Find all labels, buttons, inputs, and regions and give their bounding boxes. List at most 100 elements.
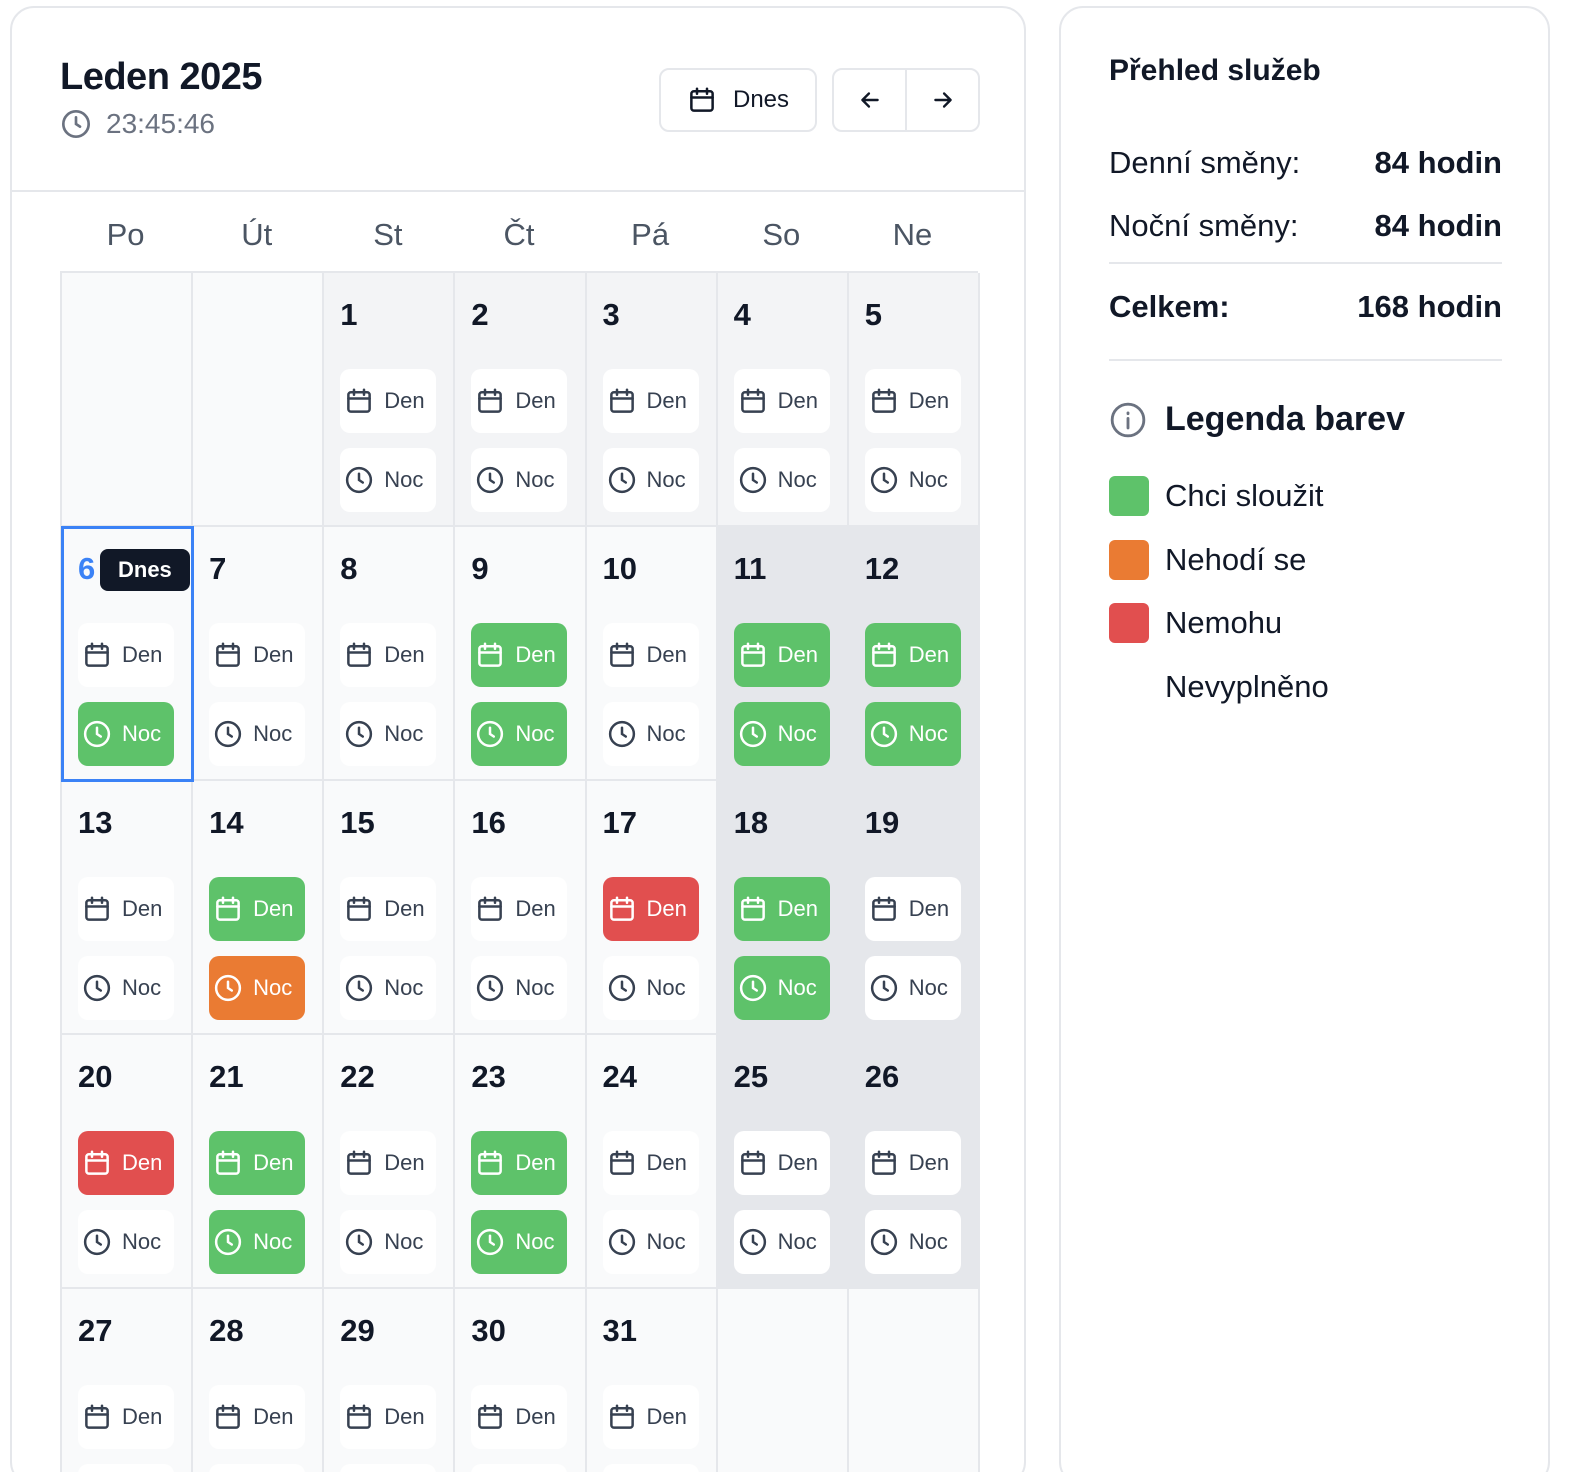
day-cell: 2 Den Noc [455,273,587,527]
day-shift-toggle[interactable]: Den [864,369,961,433]
day-shift-toggle[interactable]: Den [340,877,437,941]
night-shift-toggle[interactable]: Noc [471,448,568,512]
empty-day-cell [717,1289,849,1472]
night-shift-toggle[interactable]: Noc [340,956,437,1020]
calendar-icon [690,87,714,112]
night-shift-toggle[interactable]: Noc [864,702,961,766]
day-shift-toggle[interactable]: Den [78,623,174,687]
today-button[interactable]: Dnes [659,68,817,132]
day-cell: 27 Den Noc [62,1289,194,1472]
summary-value: 84 hodin [1374,145,1502,180]
day-shift-toggle[interactable]: Den [864,877,961,941]
night-shift-toggle[interactable]: Noc [602,1464,699,1472]
calendar-icon [216,642,240,667]
clock-icon [608,720,635,748]
day-cell: 13 Den Noc [62,781,194,1035]
day-shift-toggle[interactable]: Den [733,623,830,687]
night-shift-toggle[interactable]: Noc [78,702,174,766]
empty-day-cell [62,273,194,527]
arrow-right-icon [933,92,952,108]
day-number: 26 [864,1059,900,1094]
night-shift-toggle[interactable]: Noc [864,956,961,1020]
calendar-card: Leden 2025 23:45:46 Dnes Po Út St Čt Pá … [10,6,1026,1472]
day-shift-toggle[interactable]: Den [340,623,437,687]
shift-label: Den [253,1404,294,1429]
day-shift-toggle[interactable]: Den [602,369,699,433]
day-number: 12 [864,551,900,586]
day-cell: 17 Den Noc [586,781,718,1035]
calendar-icon [871,896,896,921]
calendar-icon [85,896,109,921]
day-number: 6 [78,551,96,586]
night-shift-toggle[interactable]: Noc [340,1210,437,1274]
day-shift-toggle[interactable]: Den [78,1385,174,1449]
night-shift-toggle[interactable]: Noc [602,702,699,766]
clock-icon [215,974,242,1002]
night-shift-toggle[interactable]: Noc [340,1464,437,1472]
night-shift-toggle[interactable]: Noc [733,1210,830,1274]
day-shift-toggle[interactable]: Den [78,877,174,941]
calendar-icon [740,388,765,413]
day-shift-toggle[interactable]: Den [733,1131,830,1195]
night-shift-toggle[interactable]: Noc [733,448,830,512]
day-number: 25 [733,1059,769,1094]
shift-label: Noc [908,975,948,1000]
clock-icon [83,720,111,748]
night-shift-toggle[interactable]: Noc [209,1210,306,1274]
night-shift-toggle[interactable]: Noc [209,956,306,1020]
day-shift-toggle[interactable]: Den [602,1131,699,1195]
night-shift-toggle[interactable]: Noc [602,956,699,1020]
day-shift-toggle[interactable]: Den [864,623,961,687]
clock-icon [477,974,504,1002]
night-shift-toggle[interactable]: Noc [733,702,830,766]
previous-month-button[interactable] [834,70,905,130]
night-shift-toggle[interactable]: Noc [471,1210,568,1274]
day-shift-toggle[interactable]: Den [209,623,306,687]
night-shift-toggle[interactable]: Noc [78,1210,174,1274]
night-shift-toggle[interactable]: Noc [209,702,306,766]
night-shift-toggle[interactable]: Noc [78,956,174,1020]
calendar-grid: 1 Den Noc 2 Den Noc 3 Den Noc 4 Den Noc 5 Den Noc 6 Dnes… [60,271,980,1472]
day-shift-toggle[interactable]: Den [733,369,830,433]
day-shift-toggle[interactable]: Den [471,1131,568,1195]
day-cell: 6 Dnes Den Noc [60,526,195,782]
clock-icon [870,720,897,748]
night-shift-toggle[interactable]: Noc [209,1464,306,1472]
clock-icon [346,466,373,494]
night-shift-toggle[interactable]: Noc [340,702,437,766]
night-shift-toggle[interactable]: Noc [471,956,568,1020]
day-shift-toggle[interactable]: Den [733,877,830,941]
night-shift-toggle[interactable]: Noc [602,448,699,512]
day-shift-toggle[interactable]: Den [340,1131,437,1195]
day-shift-toggle[interactable]: Den [340,369,437,433]
day-shift-toggle[interactable]: Den [602,877,699,941]
day-shift-toggle[interactable]: Den [602,1385,699,1449]
day-shift-toggle[interactable]: Den [209,877,306,941]
day-cell: 24 Den Noc [586,1035,718,1289]
night-shift-toggle[interactable]: Noc [864,1210,961,1274]
weekday-header: Po Út St Čt Pá So Ne [60,204,978,266]
day-shift-toggle[interactable]: Den [864,1131,961,1195]
shift-label: Noc [908,1229,948,1254]
next-month-button[interactable] [905,70,978,130]
night-shift-toggle[interactable]: Noc [864,448,961,512]
day-shift-toggle[interactable]: Den [602,623,699,687]
night-shift-toggle[interactable]: Noc [602,1210,699,1274]
day-shift-toggle[interactable]: Den [209,1131,306,1195]
day-cell: 19 Den Noc [848,781,980,1035]
day-shift-toggle[interactable]: Den [209,1385,306,1449]
night-shift-toggle[interactable]: Noc [733,956,830,1020]
day-shift-toggle[interactable]: Den [340,1385,437,1449]
day-shift-toggle[interactable]: Den [471,623,568,687]
night-shift-toggle[interactable]: Noc [471,702,568,766]
day-shift-toggle[interactable]: Den [471,1385,568,1449]
night-shift-toggle[interactable]: Noc [471,1464,568,1472]
day-number: 19 [864,805,900,840]
night-shift-toggle[interactable]: Noc [78,1464,174,1472]
day-shift-toggle[interactable]: Den [471,877,568,941]
night-shift-toggle[interactable]: Noc [340,448,437,512]
shift-label: Den [908,388,950,413]
day-cell: 22 Den Noc [324,1035,456,1289]
day-shift-toggle[interactable]: Den [471,369,568,433]
day-shift-toggle[interactable]: Den [78,1131,174,1195]
